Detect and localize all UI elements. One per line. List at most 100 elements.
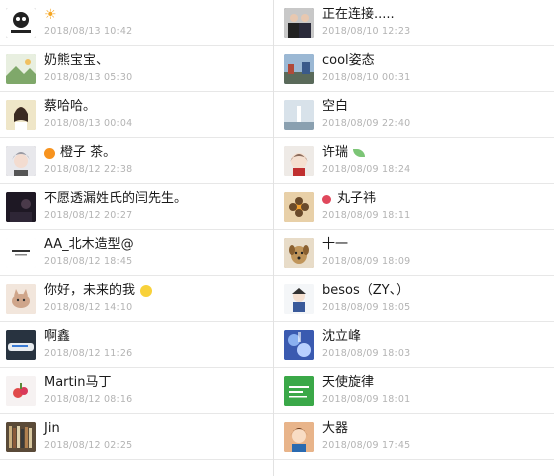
contact-name: Martin马丁 [44,375,132,391]
contact-text: 沈立峰 2018/08/09 18:03 [322,329,410,360]
contact-text: 十一 2018/08/09 18:09 [322,237,410,268]
contact-name: 十一 [322,237,410,253]
contact-timestamp: 2018/08/12 14:10 [44,302,133,313]
contact-name: 不愿透漏姓氏的闫先生。 [44,191,187,207]
contact-name-text: 许瑞 [322,145,349,160]
cat-avatar [6,283,36,314]
contact-text: 你好，未来的我 2018/08/12 14:10 [44,283,153,314]
contact-timestamp: 2018/08/13 00:04 [44,118,133,129]
contact-text: 蔡哈哈。 2018/08/13 00:04 [44,99,132,130]
contact-name: AA_北木造型@ [44,237,134,253]
contact-text: Martin马丁 2018/08/12 08:16 [44,375,132,406]
contact-name-text: 天使旋律 [322,375,375,390]
contact-row[interactable]: 许瑞 2018/08/09 18:24 [274,138,554,184]
contact-row[interactable]: AA_北木造型@ 2018/08/12 18:45 [0,230,273,276]
contact-row[interactable]: 奶熊宝宝、 2018/08/13 05:30 [0,46,273,92]
contact-name: 橙子 茶。 [44,145,132,161]
salon-logo-avatar [6,237,36,268]
contact-timestamp: 2018/08/09 18:09 [322,256,411,267]
contact-name-text: AA_北木造型@ [44,237,134,252]
right-contact-list: 正在连接..... 2018/08/10 12:23 cool姿态 2018/08/1… [274,0,554,476]
contact-name-text: 不愿透漏姓氏的闫先生。 [44,191,188,206]
contact-name: 沈立峰 [322,329,410,345]
contact-row[interactable]: 橙子 茶。 2018/08/12 22:38 [0,138,273,184]
contact-row[interactable]: 大器 2018/08/09 17:45 [274,414,554,460]
contact-row[interactable]: Martin马丁 2018/08/12 08:16 [0,368,273,414]
contact-text: 正在连接..... 2018/08/10 12:23 [322,7,410,38]
contact-text: 橙子 茶。 2018/08/12 22:38 [44,145,132,176]
contact-timestamp: 2018/08/13 05:30 [44,72,133,83]
contact-text: besos（ZY、） 2018/08/09 18:05 [322,283,410,314]
contact-name-text: Jin [44,421,60,436]
smiley-icon [140,285,153,297]
grey-hair-avatar [6,145,36,176]
contact-name-text: Martin马丁 [44,375,112,390]
train-avatar [6,329,36,360]
contact-timestamp: 2018/08/10 00:31 [322,72,411,83]
contact-text: 大器 2018/08/09 17:45 [322,421,410,452]
contact-row[interactable]: 空白 2018/08/09 22:40 [274,92,554,138]
contact-name-text: 空白 [322,99,349,114]
contact-row[interactable]: besos（ZY、） 2018/08/09 18:05 [274,276,554,322]
contact-name-text: 蔡哈哈。 [44,99,97,114]
contact-text: 天使旋律 2018/08/09 18:01 [322,375,410,406]
contact-name: 丸子祎 [322,191,410,207]
dark-photo-avatar [6,191,36,222]
contact-name-text: besos（ZY、） [322,283,410,298]
bookshelf-avatar [6,421,36,452]
contact-name-text: 沈立峰 [322,329,362,344]
contact-timestamp: 2018/08/09 18:24 [322,164,411,175]
contact-timestamp: 2018/08/12 08:16 [44,394,133,405]
contact-row[interactable]: Jin 2018/08/12 02:25 [0,414,273,460]
contact-row[interactable]: 沈立峰 2018/08/09 18:03 [274,322,554,368]
girl-avatar [6,99,36,130]
contact-name-text: 大器 [322,421,349,436]
contact-timestamp: 2018/08/12 20:27 [44,210,133,221]
contact-row[interactable]: 啊鑫 2018/08/12 11:26 [0,322,273,368]
contact-text: 许瑞 2018/08/09 18:24 [322,145,410,176]
contact-text: 啊鑫 2018/08/12 11:26 [44,329,132,360]
contact-row[interactable]: 不愿透漏姓氏的闫先生。 2018/08/12 20:27 [0,184,273,230]
contact-name: besos（ZY、） [322,283,410,299]
contact-row[interactable]: 你好，未来的我 2018/08/12 14:10 [0,276,273,322]
contact-text: 空白 2018/08/09 22:40 [322,99,410,130]
contact-row[interactable]: 丸子祎 2018/08/09 18:11 [274,184,554,230]
contact-lists: ☀ 2018/08/13 10:42 奶熊宝宝、 2018/08/13 05:30 蔡哈… [0,0,554,476]
contact-name-text: 丸子祎 [337,191,377,206]
street-avatar [284,53,314,84]
panda-meme-avatar [6,7,36,38]
contact-row[interactable]: cool姿态 2018/08/10 00:31 [274,46,554,92]
contact-name: ☀ [44,7,132,23]
landscape-avatar [6,53,36,84]
contact-name: 许瑞 [322,145,410,161]
contact-timestamp: 2018/08/12 02:25 [44,440,133,451]
left-contact-list: ☀ 2018/08/13 10:42 奶熊宝宝、 2018/08/13 05:30 蔡哈… [0,0,274,476]
contact-name: 空白 [322,99,410,115]
contact-timestamp: 2018/08/09 17:45 [322,440,411,451]
contact-row[interactable]: ☀ 2018/08/13 10:42 [0,0,273,46]
lighthouse-avatar [284,99,314,130]
contact-row[interactable]: 蔡哈哈。 2018/08/13 00:04 [0,92,273,138]
contact-timestamp: 2018/08/09 18:03 [322,348,411,359]
contact-name-text: cool姿态 [322,53,375,68]
contact-timestamp: 2018/08/12 22:38 [44,164,133,175]
contact-name-text: 正在连接..... [322,7,395,22]
leaf-icon [353,149,366,157]
contact-name-text: 十一 [322,237,349,252]
contact-timestamp: 2018/08/12 11:26 [44,348,133,359]
contact-text: cool姿态 2018/08/10 00:31 [322,53,410,84]
contact-text: Jin 2018/08/12 02:25 [44,421,132,452]
contact-row[interactable]: 十一 2018/08/09 18:09 [274,230,554,276]
contact-name: 奶熊宝宝、 [44,53,132,69]
contact-text: AA_北木造型@ 2018/08/12 18:45 [44,237,134,268]
contact-name-text: 奶熊宝宝、 [44,53,110,68]
flower-avatar [284,191,314,222]
orange-icon [44,147,55,159]
cartoon-boy-avatar [284,283,314,314]
contact-text: 奶熊宝宝、 2018/08/13 05:30 [44,53,132,84]
fruit-avatar [6,375,36,406]
contact-timestamp: 2018/08/10 12:23 [322,26,411,37]
contact-name: 你好，未来的我 [44,283,153,299]
contact-row[interactable]: 正在连接..... 2018/08/10 12:23 [274,0,554,46]
contact-row[interactable]: 天使旋律 2018/08/09 18:01 [274,368,554,414]
